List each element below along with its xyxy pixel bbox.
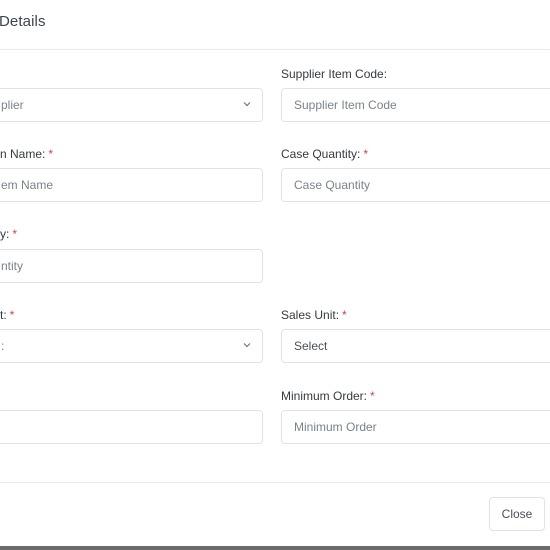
item-name-input[interactable]: em Name <box>0 168 263 202</box>
chevron-down-icon <box>243 102 251 107</box>
modal-title: Details <box>0 13 46 30</box>
unit-label: t: * <box>0 308 15 322</box>
sales-unit-select[interactable]: Select <box>281 329 550 363</box>
quantity-input[interactable]: ntity <box>0 249 263 283</box>
quantity-placeholder: ntity <box>1 259 24 273</box>
quantity-label: y: * <box>0 227 18 241</box>
modal-header: Details <box>0 0 550 50</box>
supplier-select-value: plier <box>1 98 24 112</box>
required-mark: * <box>48 147 54 161</box>
unit-select[interactable]: : <box>0 329 263 363</box>
required-mark: * <box>370 389 375 403</box>
unit-select-value: : <box>1 339 5 353</box>
required-mark: * <box>363 147 369 161</box>
supplier-item-code-placeholder: Supplier Item Code <box>294 98 397 112</box>
sales-unit-label: Sales Unit: * <box>281 308 347 322</box>
item-name-placeholder: em Name <box>1 178 54 192</box>
required-mark: * <box>342 308 347 322</box>
supplier-item-code-label: Supplier Item Code: <box>281 67 388 81</box>
case-quantity-label: Case Quantity: * <box>281 147 369 161</box>
minimum-order-placeholder: Minimum Order <box>294 420 377 434</box>
item-name-label: n Name: * <box>0 147 54 161</box>
modal-footer-divider <box>0 482 550 483</box>
required-mark: * <box>9 308 15 322</box>
supplier-item-code-input[interactable]: Supplier Item Code <box>281 88 550 122</box>
minimum-order-input[interactable]: Minimum Order <box>281 410 550 444</box>
minimum-order-label: Minimum Order: * <box>281 389 375 403</box>
close-button[interactable]: Close <box>489 497 545 531</box>
case-quantity-input[interactable]: Case Quantity <box>281 168 550 202</box>
chevron-down-icon <box>243 343 251 348</box>
case-quantity-placeholder: Case Quantity <box>294 178 371 192</box>
required-mark: * <box>12 227 18 241</box>
left-bottom-input[interactable] <box>0 410 263 444</box>
supplier-select[interactable]: plier <box>0 88 263 122</box>
sales-unit-select-value: Select <box>294 339 328 353</box>
bottom-scroll-bar <box>0 546 550 550</box>
